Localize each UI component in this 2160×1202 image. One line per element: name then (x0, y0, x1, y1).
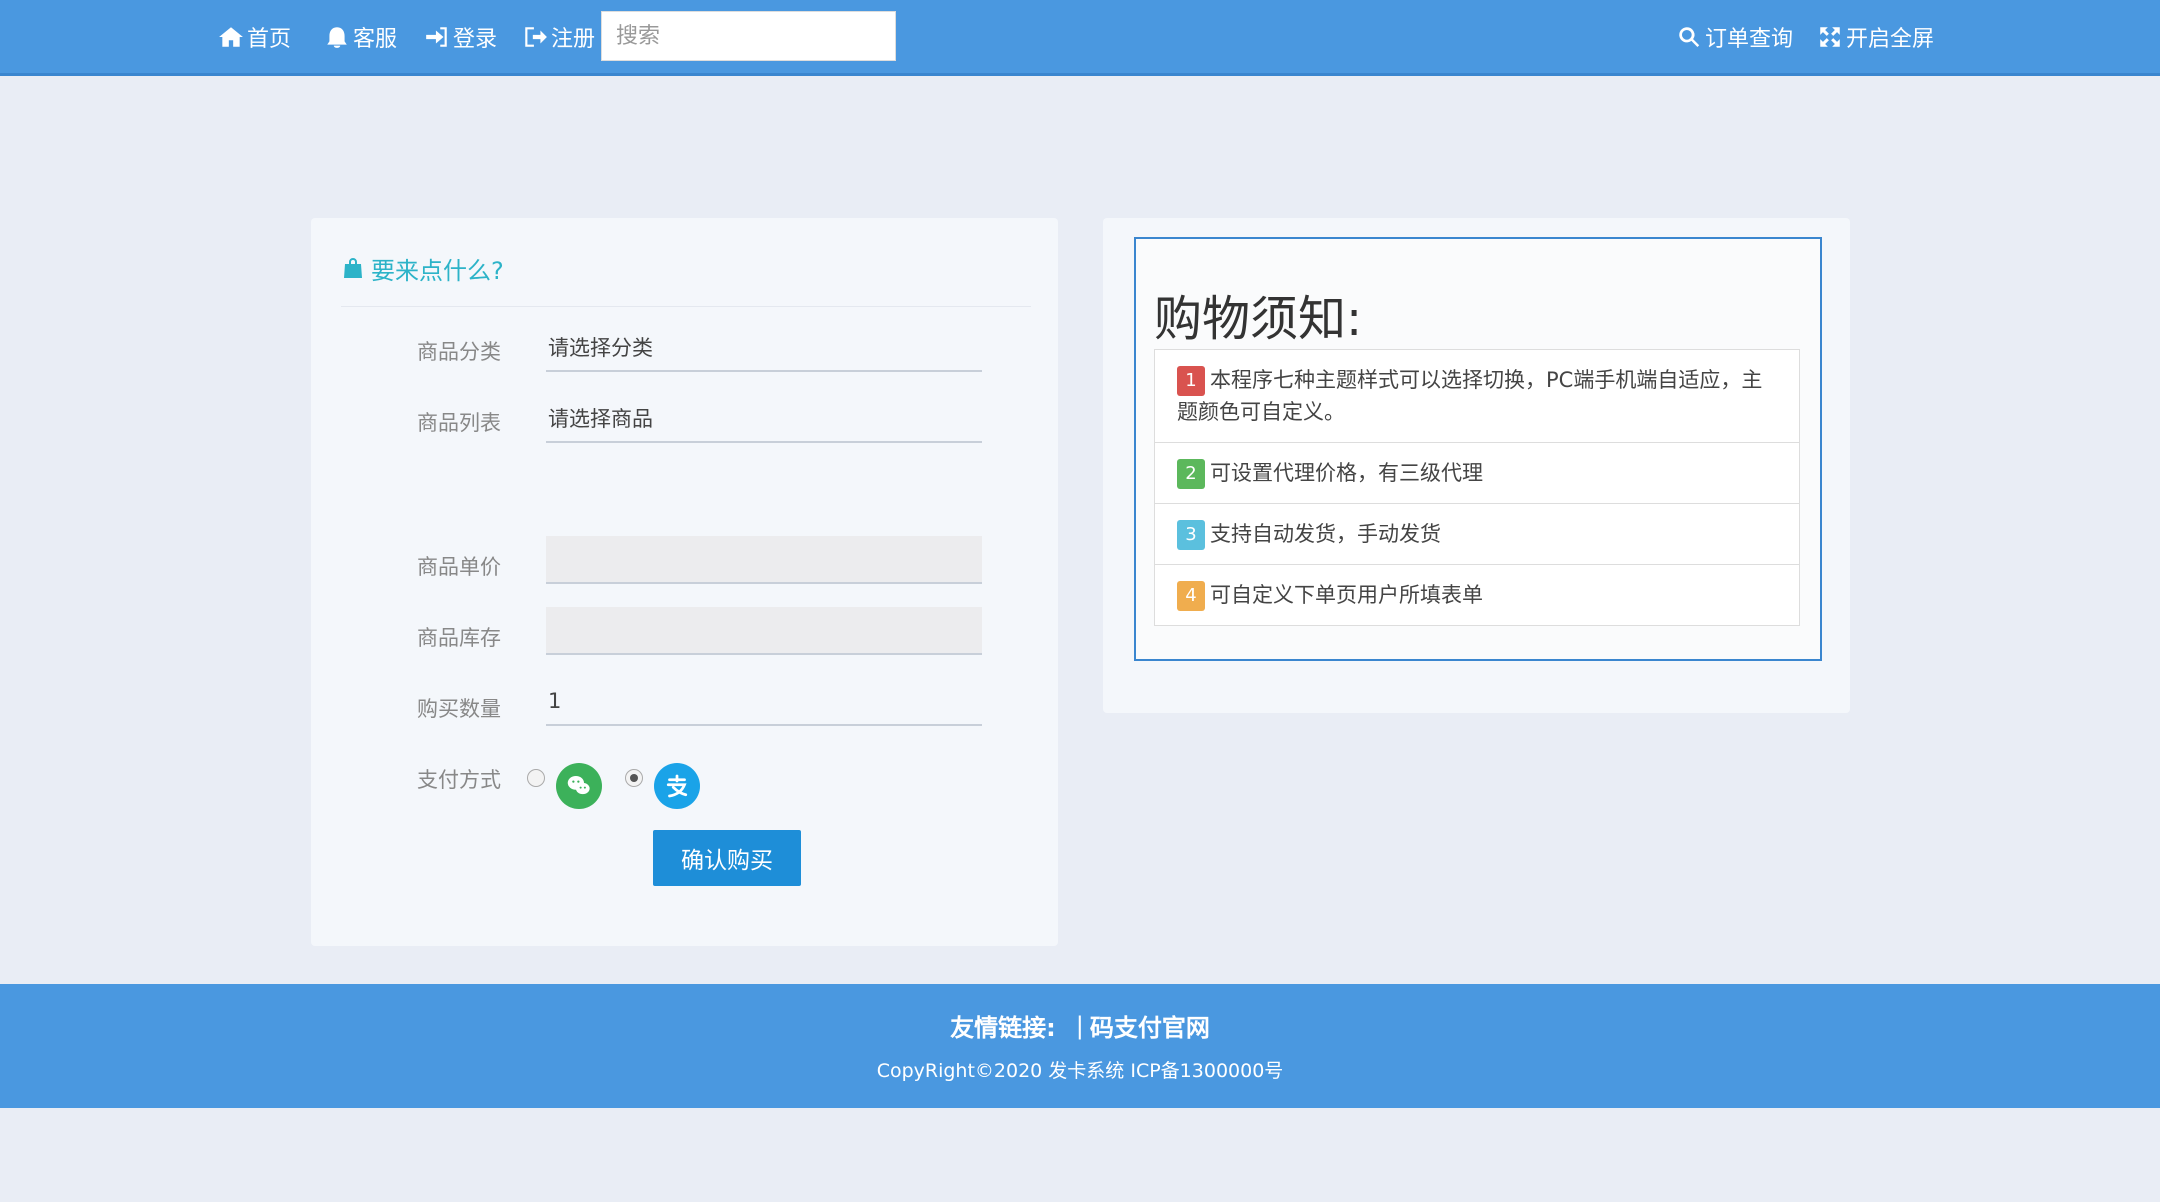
notice-item: 1 本程序七种主题样式可以选择切换，PC端手机端自适应，主题颜色可自定义。 (1155, 350, 1799, 443)
wechat-pay-option[interactable] (556, 763, 602, 809)
sign-in-icon (426, 27, 447, 47)
notice-badge: 2 (1177, 459, 1205, 489)
alipay-radio[interactable] (625, 769, 643, 787)
nav-login[interactable]: 登录 (424, 0, 497, 74)
nav-register-label: 注册 (551, 27, 596, 52)
nav-fullscreen-label: 开启全屏 (1846, 27, 1935, 52)
order-form-panel: 要来点什么? 商品分类 请选择分类 商品列表 请选择商品 商品单价 商品库存 购… (311, 218, 1058, 946)
nav-login-label: 登录 (453, 27, 498, 52)
category-select[interactable]: 请选择分类 (546, 324, 982, 372)
alipay-option[interactable] (654, 763, 700, 809)
notice-text: 可设置代理价格，有三级代理 (1210, 461, 1483, 485)
shopping-bag-icon (344, 258, 362, 278)
notice-badge: 3 (1177, 520, 1205, 550)
wechat-icon (567, 776, 590, 795)
search-input[interactable] (601, 11, 896, 61)
footer-separator: | (1075, 1011, 1084, 1040)
stock-label: 商品库存 (417, 626, 501, 650)
notice-badge: 1 (1177, 366, 1205, 396)
home-icon (219, 27, 243, 47)
footer-links-label: 友情链接: (950, 1014, 1056, 1042)
nav-service-label: 客服 (353, 27, 398, 52)
nav-fullscreen[interactable]: 开启全屏 (1817, 0, 1934, 74)
product-label: 商品列表 (417, 411, 501, 435)
notice-text: 可自定义下单页用户所填表单 (1210, 583, 1483, 607)
alipay-icon (666, 774, 688, 798)
notice-text: 支持自动发货，手动发货 (1210, 522, 1441, 546)
order-form-title: 要来点什么? (341, 248, 504, 288)
expand-icon (1820, 27, 1840, 47)
notice-box: 购物须知: 1 本程序七种主题样式可以选择切换，PC端手机端自适应，主题颜色可自定… (1134, 237, 1822, 661)
footer-copyright: CopyRight©2020 发卡系统 ICP备1300000号 (876, 1060, 1284, 1082)
category-label: 商品分类 (417, 340, 501, 364)
stock-field (546, 607, 982, 655)
nav-order-query[interactable]: 订单查询 (1676, 0, 1793, 74)
notice-item: 2 可设置代理价格，有三级代理 (1155, 443, 1799, 504)
notice-badge: 4 (1177, 581, 1205, 611)
notice-text: 本程序七种主题样式可以选择切换，PC端手机端自适应，主题颜色可自定义。 (1177, 368, 1763, 424)
order-form-title-text: 要来点什么? (371, 256, 504, 285)
wechat-radio[interactable] (527, 769, 545, 787)
notice-panel: 购物须知: 1 本程序七种主题样式可以选择切换，PC端手机端自适应，主题颜色可自定… (1103, 218, 1850, 713)
notice-title: 购物须知: (1154, 291, 1363, 347)
search-icon (1679, 27, 1700, 47)
price-field (546, 536, 982, 584)
panel-divider (341, 306, 1031, 307)
top-navbar: 首页 客服 登录 注册 订单查询 开启全屏 (0, 0, 2160, 76)
nav-service[interactable]: 客服 (324, 0, 397, 74)
footer: 友情链接: | 码支付官网 CopyRight©2020 发卡系统 ICP备13… (0, 984, 2160, 1108)
footer-link-codepay[interactable]: 码支付官网 (1090, 1008, 1210, 1043)
notice-list: 1 本程序七种主题样式可以选择切换，PC端手机端自适应，主题颜色可自定义。 2 可设… (1154, 349, 1800, 626)
nav-home-label: 首页 (247, 27, 292, 52)
notice-item: 4 可自定义下单页用户所填表单 (1155, 565, 1799, 625)
nav-register[interactable]: 注册 (522, 0, 595, 74)
notice-item: 3 支持自动发货，手动发货 (1155, 504, 1799, 565)
quantity-input[interactable]: 1 (546, 678, 982, 726)
confirm-purchase-button[interactable]: 确认购买 (653, 830, 801, 886)
footer-links: 友情链接: | 码支付官网 (0, 1008, 2160, 1043)
quantity-label: 购买数量 (417, 697, 501, 721)
nav-order-query-label: 订单查询 (1705, 27, 1794, 52)
product-select[interactable]: 请选择商品 (546, 395, 982, 443)
price-label: 商品单价 (417, 555, 501, 579)
nav-home[interactable]: 首页 (218, 0, 291, 74)
bell-icon (327, 27, 347, 48)
sign-out-icon (525, 27, 547, 47)
